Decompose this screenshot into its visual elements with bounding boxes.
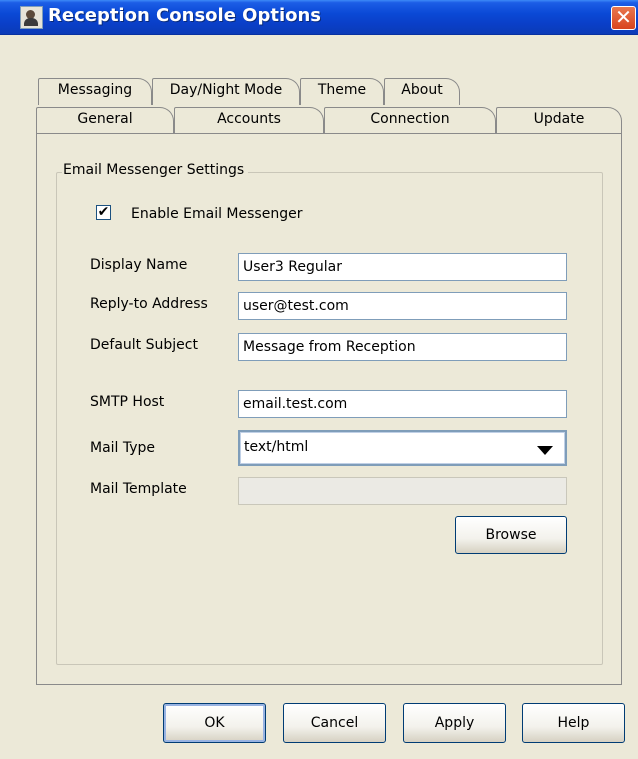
mail-template-label: Mail Template xyxy=(90,481,187,497)
ok-button[interactable]: OK xyxy=(163,703,266,743)
tab-about[interactable]: About xyxy=(384,78,460,105)
app-user-icon xyxy=(20,6,43,29)
close-button[interactable]: ✕ xyxy=(611,6,636,30)
reply-to-field[interactable] xyxy=(238,292,567,320)
tab-label: Day/Night Mode xyxy=(169,82,283,98)
tab-day-night-mode[interactable]: Day/Night Mode xyxy=(152,78,300,105)
tab-accounts[interactable]: Accounts xyxy=(174,107,324,134)
chevron-down-icon[interactable] xyxy=(537,446,553,455)
window-title: Reception Console Options xyxy=(48,5,322,26)
group-title: Email Messenger Settings xyxy=(62,162,249,178)
default-subject-field[interactable] xyxy=(238,333,567,361)
tab-label: Connection xyxy=(370,111,450,127)
tab-theme[interactable]: Theme xyxy=(300,78,384,105)
default-subject-label: Default Subject xyxy=(90,337,198,353)
reply-to-label: Reply-to Address xyxy=(90,296,208,312)
email-settings-group xyxy=(56,172,603,665)
tab-general[interactable]: General xyxy=(36,107,174,134)
tab-label: About xyxy=(401,82,443,98)
display-name-label: Display Name xyxy=(90,257,188,273)
help-button[interactable]: Help xyxy=(522,703,625,743)
apply-button[interactable]: Apply xyxy=(403,703,506,743)
tab-update[interactable]: Update xyxy=(496,107,622,134)
display-name-field[interactable] xyxy=(238,253,567,281)
tab-label: General xyxy=(77,111,133,127)
smtp-host-label: SMTP Host xyxy=(90,394,165,410)
mail-type-value: text/html xyxy=(244,439,309,455)
tab-label: Accounts xyxy=(217,111,281,127)
mail-template-field xyxy=(238,477,567,505)
browse-button[interactable]: Browse xyxy=(455,516,567,554)
tab-label: Update xyxy=(533,111,585,127)
title-bar[interactable]: Reception Console Options ✕ xyxy=(0,0,638,35)
smtp-host-field[interactable] xyxy=(238,390,567,418)
mail-type-select[interactable]: text/html xyxy=(238,430,567,466)
tab-messaging[interactable]: Messaging xyxy=(38,78,152,105)
tab-label: Messaging xyxy=(57,82,133,98)
tab-connection[interactable]: Connection xyxy=(324,107,496,134)
mail-type-label: Mail Type xyxy=(90,440,156,456)
tab-label: Theme xyxy=(317,82,367,98)
cancel-button[interactable]: Cancel xyxy=(283,703,386,743)
enable-email-checkbox[interactable]: ✔ xyxy=(96,205,111,220)
enable-email-label[interactable]: Enable Email Messenger xyxy=(131,206,302,222)
